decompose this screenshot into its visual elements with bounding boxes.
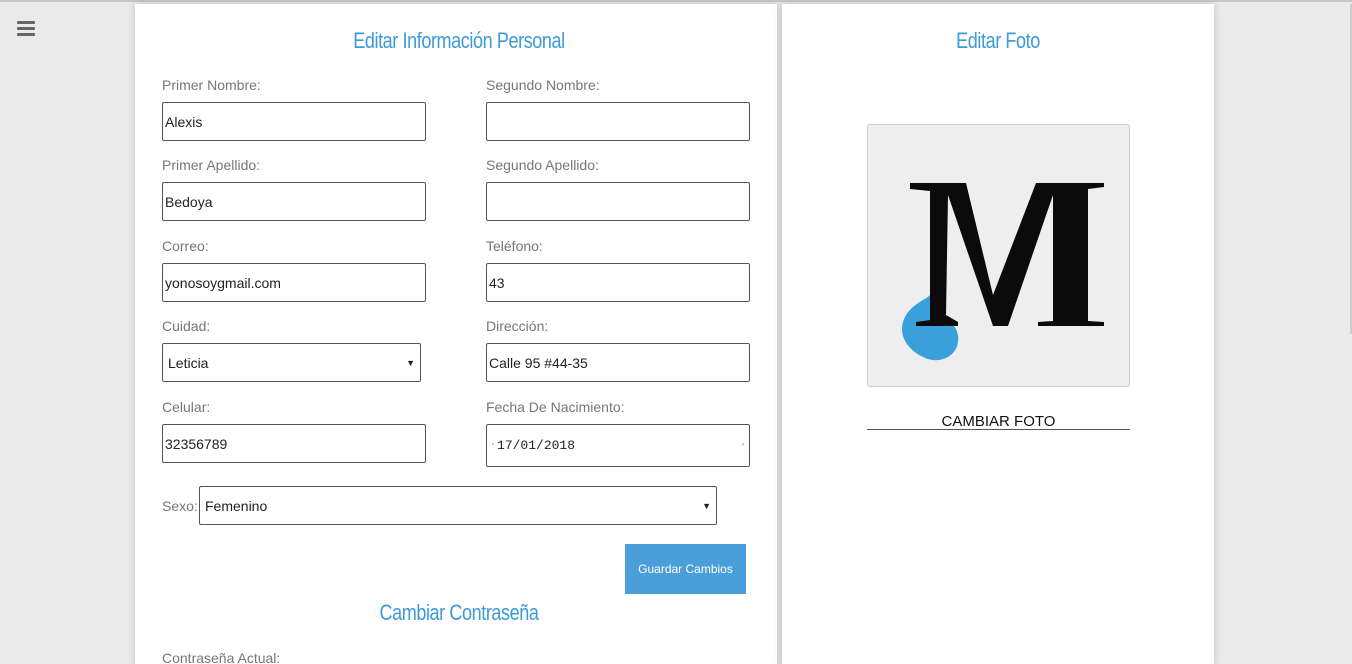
segundo-nombre-label: Segundo Nombre: xyxy=(486,77,600,93)
primer-apellido-input[interactable] xyxy=(162,182,426,221)
edit-photo-title: Editar Foto xyxy=(956,28,1040,53)
primer-nombre-label: Primer Nombre: xyxy=(162,77,261,93)
primer-nombre-input[interactable] xyxy=(162,102,426,141)
logo-m-icon xyxy=(902,183,1104,361)
current-password-label: Contraseña Actual: xyxy=(162,650,281,664)
personal-info-panel: Editar Información Personal Primer Nombr… xyxy=(135,4,777,664)
save-changes-button[interactable]: Guardar Cambios xyxy=(625,544,746,594)
personal-info-title: Editar Información Personal xyxy=(353,28,565,53)
dropdown-arrow-icon: ▼ xyxy=(702,500,711,511)
ciudad-label: Cuidad: xyxy=(162,318,211,334)
segundo-apellido-input[interactable] xyxy=(486,182,750,221)
fecha-nacimiento-input[interactable]: · 17/01/2018 · xyxy=(486,424,750,467)
segundo-apellido-label: Segundo Apellido: xyxy=(486,157,599,173)
sexo-select-value: Femenino xyxy=(205,497,268,514)
correo-input[interactable] xyxy=(162,263,426,302)
celular-input[interactable] xyxy=(162,424,426,463)
hamburger-menu-icon[interactable] xyxy=(17,21,35,37)
fecha-value: 17/01/2018 xyxy=(497,438,576,453)
photo-panel: Editar Foto CAMBIAR FOTO xyxy=(782,4,1214,664)
direccion-label: Dirección: xyxy=(486,318,549,334)
ciudad-select[interactable]: Leticia ▼ xyxy=(162,343,421,382)
celular-label: Celular: xyxy=(162,399,211,415)
change-password-title: Cambiar Contraseña xyxy=(379,600,539,625)
fecha-label: Fecha De Nacimiento: xyxy=(486,399,625,415)
telefono-input[interactable] xyxy=(486,263,750,302)
segundo-nombre-input[interactable] xyxy=(486,102,750,141)
date-spin-right-icon: · xyxy=(739,440,746,451)
direccion-input[interactable] xyxy=(486,343,750,382)
correo-label: Correo: xyxy=(162,238,209,254)
dropdown-arrow-icon: ▼ xyxy=(406,357,415,368)
sexo-label: Sexo: xyxy=(162,498,198,514)
telefono-label: Teléfono: xyxy=(486,238,543,254)
sexo-select[interactable]: Femenino ▼ xyxy=(199,486,717,525)
ciudad-select-value: Leticia xyxy=(168,354,209,371)
profile-photo xyxy=(867,124,1130,387)
date-spin-left-icon: · xyxy=(490,440,497,451)
change-photo-button[interactable]: CAMBIAR FOTO xyxy=(867,412,1130,430)
primer-apellido-label: Primer Apellido: xyxy=(162,157,261,173)
